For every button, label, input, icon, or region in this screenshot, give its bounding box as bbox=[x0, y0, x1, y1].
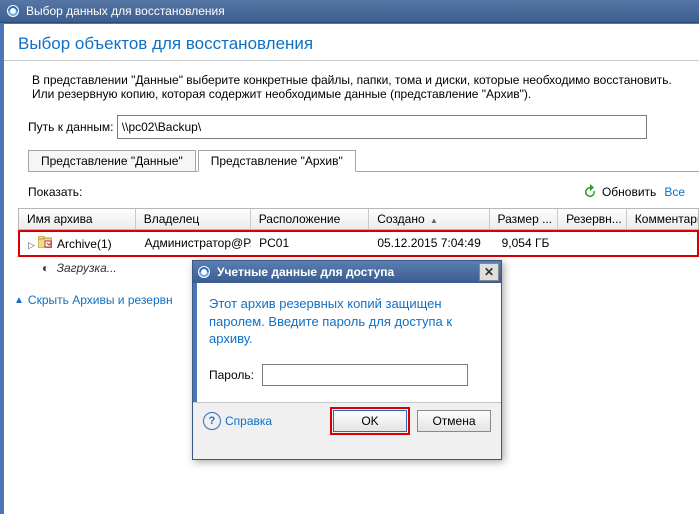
refresh-button[interactable]: Обновить bbox=[582, 184, 656, 200]
col-owner[interactable]: Владелец bbox=[136, 209, 251, 229]
table-row[interactable]: ▷ Archive(1) Администратор@P... PC01 05.… bbox=[18, 230, 699, 257]
archive-icon bbox=[38, 236, 52, 248]
cell-comments bbox=[625, 234, 697, 253]
data-path-row: Путь к данным: bbox=[4, 113, 699, 149]
col-created-label: Создано bbox=[377, 212, 424, 226]
tab-archive[interactable]: Представление "Архив" bbox=[198, 150, 356, 172]
col-location[interactable]: Расположение bbox=[251, 209, 370, 229]
help-icon: ? bbox=[203, 412, 221, 430]
filter-row: Показать: Обновить Все bbox=[4, 172, 699, 208]
page-description: В представлении "Данные" выберите конкре… bbox=[4, 61, 699, 113]
expand-icon[interactable]: ▷ bbox=[28, 240, 35, 250]
chevron-up-icon: ▲ bbox=[14, 295, 24, 306]
app-titlebar: Выбор данных для восстановления bbox=[0, 0, 699, 23]
refresh-label: Обновить bbox=[602, 185, 656, 199]
cell-size: 9,054 ГБ bbox=[489, 234, 557, 253]
dialog-title: Учетные данные для доступа bbox=[217, 265, 394, 279]
tab-data[interactable]: Представление "Данные" bbox=[28, 150, 196, 172]
view-all-link[interactable]: Все bbox=[664, 185, 685, 199]
table-header: Имя архива Владелец Расположение Создано… bbox=[18, 208, 699, 230]
cancel-button[interactable]: Отмена bbox=[417, 410, 491, 432]
page-heading: Выбор объектов для восстановления bbox=[4, 24, 699, 61]
path-label: Путь к данным: bbox=[28, 120, 113, 134]
app-title: Выбор данных для восстановления bbox=[26, 4, 225, 18]
data-path-input[interactable] bbox=[117, 115, 647, 139]
password-input[interactable] bbox=[262, 364, 468, 386]
close-icon[interactable]: ✕ bbox=[479, 263, 499, 281]
refresh-icon bbox=[582, 184, 598, 200]
ok-button[interactable]: OK bbox=[333, 410, 407, 432]
cell-name: Archive(1) bbox=[57, 237, 112, 251]
dialog-titlebar[interactable]: Учетные данные для доступа ✕ bbox=[193, 261, 501, 283]
col-backup[interactable]: Резервн... bbox=[558, 209, 627, 229]
cell-created: 05.12.2015 7:04:49 bbox=[369, 234, 489, 253]
col-archive-name[interactable]: Имя архива bbox=[19, 209, 136, 229]
col-size[interactable]: Размер ... bbox=[490, 209, 559, 229]
dialog-body: Этот архив резервных копий защищен парол… bbox=[193, 283, 501, 402]
col-created[interactable]: Создано ▲ bbox=[369, 209, 489, 229]
view-tabs: Представление "Данные" Представление "Ар… bbox=[28, 149, 699, 172]
credentials-dialog: Учетные данные для доступа ✕ Этот архив … bbox=[192, 260, 502, 460]
loading-icon: ◐ bbox=[42, 261, 49, 275]
app-icon bbox=[197, 265, 211, 279]
sort-asc-icon: ▲ bbox=[430, 216, 438, 225]
dialog-footer: ? Справка OK Отмена bbox=[193, 402, 501, 439]
filter-label: Показать: bbox=[28, 185, 82, 199]
dialog-message: Этот архив резервных копий защищен парол… bbox=[209, 295, 489, 348]
app-icon bbox=[6, 4, 20, 18]
cell-backup bbox=[557, 234, 625, 253]
password-label: Пароль: bbox=[209, 368, 254, 382]
col-comments[interactable]: Комментари bbox=[627, 209, 698, 229]
cell-location: PC01 bbox=[251, 234, 369, 253]
cell-owner: Администратор@P... bbox=[136, 234, 251, 253]
help-link[interactable]: ? Справка bbox=[203, 412, 272, 430]
